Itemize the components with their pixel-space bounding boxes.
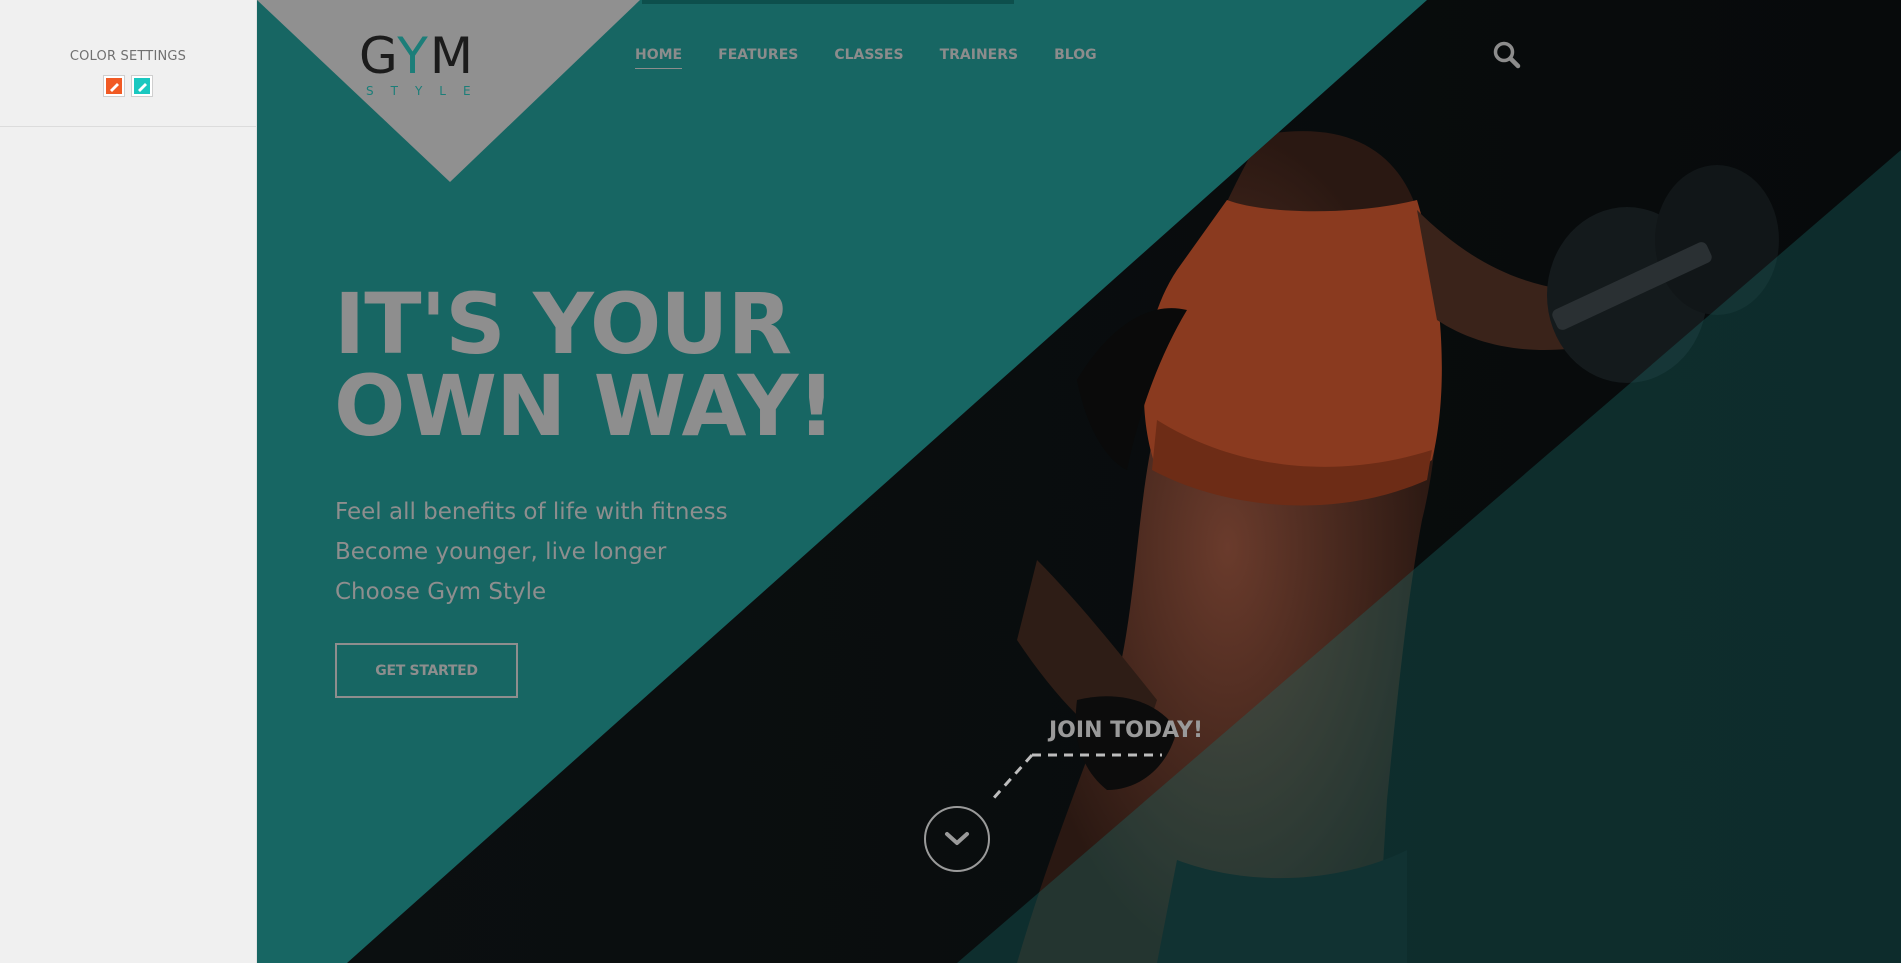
tagline-2: Become younger, live longer bbox=[335, 539, 667, 565]
logo-letter-y: Y bbox=[397, 27, 430, 85]
join-dashed-pointer bbox=[992, 753, 1162, 801]
color-settings-panel: COLOR SETTINGS bbox=[0, 0, 257, 963]
hero-headline-line1: IT'S YOUR bbox=[334, 275, 792, 373]
color-swatch-teal[interactable] bbox=[131, 75, 153, 97]
pencil-icon bbox=[138, 83, 147, 92]
nav-item-classes[interactable]: CLASSES bbox=[834, 47, 903, 69]
main-nav: HOME FEATURES CLASSES TRAINERS BLOG bbox=[635, 47, 1133, 69]
hero-section: GYM STYLE HOME FEATURES CLASSES TRAINERS… bbox=[257, 0, 1901, 963]
nav-item-trainers[interactable]: TRAINERS bbox=[940, 47, 1019, 69]
nav-item-features[interactable]: FEATURES bbox=[718, 47, 798, 69]
search-button[interactable] bbox=[1492, 40, 1522, 70]
logo-letter-g: G bbox=[359, 27, 398, 85]
logo-subtitle: STYLE bbox=[366, 84, 488, 98]
nav-item-home[interactable]: HOME bbox=[635, 47, 683, 69]
color-settings-title: COLOR SETTINGS bbox=[69, 49, 187, 64]
hero-taglines: Feel all benefits of life with fitness B… bbox=[335, 492, 728, 612]
scroll-down-button[interactable] bbox=[924, 806, 990, 872]
hero-headline-line2: OWN WAY! bbox=[334, 357, 836, 455]
color-swatches bbox=[0, 75, 256, 97]
color-settings-header: COLOR SETTINGS bbox=[0, 0, 256, 127]
swatch-fill-teal bbox=[134, 78, 150, 94]
logo-wordmark: GYM bbox=[352, 30, 482, 82]
color-swatch-orange[interactable] bbox=[103, 75, 125, 97]
get-started-button[interactable]: GET STARTED bbox=[335, 643, 518, 698]
chevron-down-icon bbox=[945, 832, 969, 845]
join-today-link[interactable]: JOIN TODAY! bbox=[1049, 718, 1203, 743]
pencil-icon bbox=[110, 83, 119, 92]
search-icon bbox=[1493, 41, 1521, 69]
logo-letter-m: M bbox=[429, 27, 475, 85]
swatch-fill-orange bbox=[106, 78, 122, 94]
hero-background bbox=[257, 0, 1901, 963]
gym-style-logo[interactable]: GYM STYLE bbox=[352, 30, 482, 98]
nav-item-blog[interactable]: BLOG bbox=[1054, 47, 1097, 69]
top-progress-bar bbox=[642, 0, 1014, 4]
tagline-1: Feel all benefits of life with fitness bbox=[335, 499, 728, 525]
tagline-3: Choose Gym Style bbox=[335, 579, 547, 605]
hero-headline: IT'S YOUR OWN WAY! bbox=[334, 275, 836, 455]
